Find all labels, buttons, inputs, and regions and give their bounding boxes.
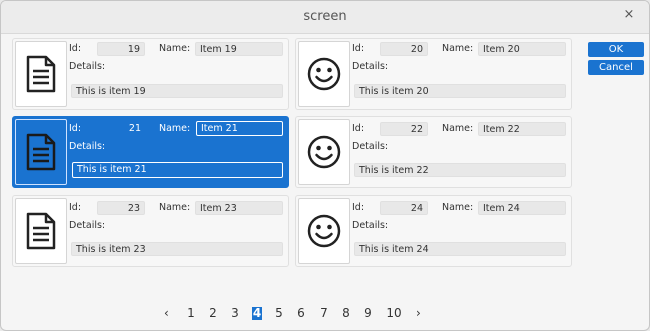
next-page-icon[interactable]: › [416,306,421,320]
details-field[interactable]: This is item 22 [354,163,566,177]
details-label: Details: [69,61,106,72]
item-card[interactable]: Id: 22 Name: Item 22 Details: This is it… [295,116,572,188]
smiley-icon [307,214,341,248]
name-field[interactable]: Item 23 [195,201,283,215]
details-label: Details: [69,141,106,152]
id-field[interactable]: 23 [97,201,145,215]
item-card[interactable]: Id: 19 Name: Item 19 Details: This is it… [12,38,289,110]
item-thumbnail [298,41,350,107]
smiley-icon [307,57,341,91]
item-card-selected[interactable]: Id: 21 Name: Item 21 Details: This is it… [12,116,289,188]
dialog-window: screen × Id: 19 Name: Item 19 Details: T… [0,0,650,331]
item-thumbnail [15,41,67,107]
page-link[interactable]: 9 [361,306,375,320]
titlebar: screen × [1,1,649,34]
name-label: Name: [442,123,474,134]
page-link-current[interactable]: 4 [252,307,262,320]
item-thumbnail [298,198,350,264]
page-link[interactable]: 1 [184,306,198,320]
name-label: Name: [159,43,191,54]
id-field[interactable]: 19 [97,42,145,56]
window-title: screen [303,9,347,24]
details-label: Details: [352,141,389,152]
page-link[interactable]: 7 [317,306,331,320]
page-link[interactable]: 2 [206,306,220,320]
name-field[interactable]: Item 24 [478,201,566,215]
document-icon [26,212,56,250]
id-label: Id: [69,123,82,134]
id-label: Id: [352,43,365,54]
item-card[interactable]: Id: 24 Name: Item 24 Details: This is it… [295,195,572,267]
cancel-button[interactable]: Cancel [588,60,644,75]
name-label: Name: [442,202,474,213]
name-field[interactable]: Item 21 [196,121,283,136]
details-label: Details: [352,220,389,231]
ok-button[interactable]: OK [588,42,644,57]
id-label: Id: [69,43,82,54]
name-field[interactable]: Item 22 [478,122,566,136]
id-label: Id: [352,202,365,213]
item-card[interactable]: Id: 20 Name: Item 20 Details: This is it… [295,38,572,110]
id-label: Id: [69,202,82,213]
page-link[interactable]: 10 [384,306,404,320]
document-icon [26,55,56,93]
details-field[interactable]: This is item 21 [72,162,283,178]
item-thumbnail [15,198,67,264]
smiley-icon [307,135,341,169]
prev-page-icon[interactable]: ‹ [164,306,169,320]
name-label: Name: [159,202,191,213]
name-label: Name: [159,123,191,134]
details-field[interactable]: This is item 23 [71,242,283,256]
id-field[interactable]: 20 [380,42,428,56]
page-link[interactable]: 6 [294,306,308,320]
page-link[interactable]: 3 [228,306,242,320]
id-label: Id: [352,123,365,134]
name-field[interactable]: Item 19 [195,42,283,56]
id-field[interactable]: 21 [97,122,145,136]
document-icon [26,133,56,171]
name-field[interactable]: Item 20 [478,42,566,56]
id-field[interactable]: 24 [380,201,428,215]
item-card[interactable]: Id: 23 Name: Item 23 Details: This is it… [12,195,289,267]
details-label: Details: [352,61,389,72]
name-label: Name: [442,43,474,54]
item-thumbnail [15,119,67,185]
details-field[interactable]: This is item 24 [354,242,566,256]
page-link[interactable]: 8 [339,306,353,320]
details-field[interactable]: This is item 19 [71,84,283,98]
close-icon[interactable]: × [621,7,637,23]
details-field[interactable]: This is item 20 [354,84,566,98]
details-label: Details: [69,220,106,231]
id-field[interactable]: 22 [380,122,428,136]
page-link[interactable]: 5 [272,306,286,320]
item-thumbnail [298,119,350,185]
